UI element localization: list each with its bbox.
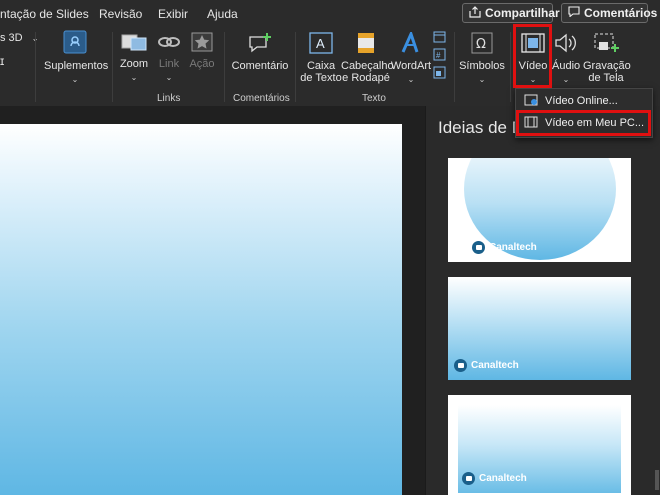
zoom-button[interactable]: Zoom ⌄	[118, 32, 150, 84]
comentarios-group-label: Comentários	[233, 93, 290, 104]
online-video-icon	[524, 94, 538, 109]
chevron-down-icon: ⌄	[407, 75, 415, 84]
design-ideas-title: Ideias de D	[438, 118, 524, 137]
svg-text:Ω: Ω	[476, 37, 486, 52]
share-icon	[469, 5, 481, 21]
gravacao-line1: Gravação	[583, 60, 631, 72]
slide-number-icon[interactable]: #	[432, 48, 446, 62]
tab-ajuda[interactable]: Ajuda	[207, 7, 238, 21]
3d-models-button[interactable]: s 3D ⌄ ɪ	[0, 32, 38, 67]
texto-group-label: Texto	[362, 93, 386, 104]
share-label: Compartilhar	[485, 6, 560, 20]
menu-item-video-online[interactable]: Vídeo Online...	[524, 92, 618, 110]
suplementos-button[interactable]: Suplementos ⌄	[44, 30, 109, 86]
header-footer-icon	[341, 32, 391, 57]
zoom-icon	[118, 32, 150, 55]
link-button[interactable]: Link ⌄	[155, 32, 183, 84]
speaker-icon	[552, 32, 580, 57]
text-box-icon: A	[300, 32, 342, 57]
acao-button[interactable]: Ação	[188, 32, 216, 70]
design-idea-2[interactable]: Canaltech	[448, 277, 631, 380]
design-idea-1[interactable]: Canaltech	[448, 158, 631, 262]
brand-logo: Canaltech	[462, 472, 527, 485]
link-label: Link	[158, 58, 180, 70]
design-idea-3[interactable]: Canaltech	[448, 395, 631, 495]
share-button[interactable]: Compartilhar	[462, 3, 560, 23]
design-ideas-pane: Ideias de D Canaltech Canaltech Canaltec…	[425, 106, 660, 495]
link-icon	[155, 32, 183, 55]
brand-name: Canaltech	[489, 242, 537, 253]
brand-logo: Canaltech	[454, 359, 519, 372]
svg-text:A: A	[316, 36, 325, 51]
tab-exibir[interactable]: Exibir	[158, 7, 188, 21]
stack-icon: ɪ	[0, 54, 5, 68]
video-button-highlight	[513, 24, 552, 88]
audio-label: Áudio	[552, 60, 581, 72]
wordart-button[interactable]: WordArt ⌄	[390, 29, 432, 86]
comments-label: Comentários	[584, 6, 658, 20]
suplementos-label: Suplementos	[44, 60, 109, 72]
cabecalho-line1: Cabeçalho	[341, 60, 394, 72]
star-action-icon	[188, 32, 216, 55]
chevron-down-icon: ⌄	[165, 73, 173, 82]
slide-pane	[0, 106, 425, 495]
slide-canvas[interactable]	[0, 124, 402, 495]
comentario-button[interactable]: Comentário	[230, 32, 290, 72]
addins-icon	[44, 30, 106, 57]
svg-text:#: #	[436, 51, 441, 60]
text-extras-column: #	[432, 30, 446, 80]
chevron-down-icon: ⌄	[130, 73, 138, 82]
comment-icon	[568, 6, 580, 20]
caixa-texto-line1: Caixa	[306, 60, 336, 72]
links-group-label: Links	[157, 93, 181, 104]
comentario-label: Comentário	[231, 60, 289, 72]
caixa-texto-line2: de Texto	[300, 72, 342, 84]
brand-name: Canaltech	[479, 473, 527, 484]
chevron-down-icon: ⌄	[562, 75, 570, 84]
cabecalho-rodape-button[interactable]: Cabeçalho e Rodapé	[341, 32, 394, 84]
screen-recording-icon	[583, 32, 629, 57]
tab-revisao[interactable]: Revisão	[99, 7, 142, 21]
simbolos-button[interactable]: Ω Símbolos ⌄	[458, 32, 506, 86]
cabecalho-line2: e Rodapé	[342, 72, 390, 84]
wordart-label: WordArt	[390, 60, 432, 72]
gravacao-tela-button[interactable]: Gravação de Tela	[583, 32, 631, 84]
video-pc-highlight	[516, 110, 651, 136]
menu-item-video-online-label: Vídeo Online...	[545, 95, 618, 107]
canaltech-logo-icon	[462, 472, 475, 485]
object-icon[interactable]	[432, 66, 446, 80]
canaltech-logo-icon	[454, 359, 467, 372]
caixa-texto-button[interactable]: A Caixa de Texto	[300, 32, 342, 84]
3d-models-label: s 3D	[0, 32, 23, 44]
brand-name: Canaltech	[471, 360, 519, 371]
gravacao-line2: de Tela	[588, 72, 624, 84]
date-time-icon[interactable]	[432, 30, 446, 44]
chevron-down-icon: ⌄	[478, 75, 486, 84]
scrollbar[interactable]	[655, 470, 659, 490]
comments-button[interactable]: Comentários	[561, 3, 657, 23]
omega-symbol-icon: Ω	[458, 32, 506, 57]
acao-label: Ação	[189, 58, 215, 70]
wordart-icon	[390, 29, 432, 57]
brand-logo: Canaltech	[472, 241, 537, 254]
zoom-label: Zoom	[119, 58, 149, 70]
canaltech-logo-icon	[472, 241, 485, 254]
new-comment-icon	[230, 32, 290, 57]
audio-button[interactable]: Áudio ⌄	[552, 32, 580, 86]
tab-apresentacao[interactable]: ntação de Slides	[0, 7, 89, 21]
simbolos-label: Símbolos	[459, 60, 505, 72]
chevron-down-icon: ⌄	[71, 75, 79, 84]
tab-bar: ntação de Slides Revisão Exibir Ajuda Co…	[0, 0, 660, 28]
